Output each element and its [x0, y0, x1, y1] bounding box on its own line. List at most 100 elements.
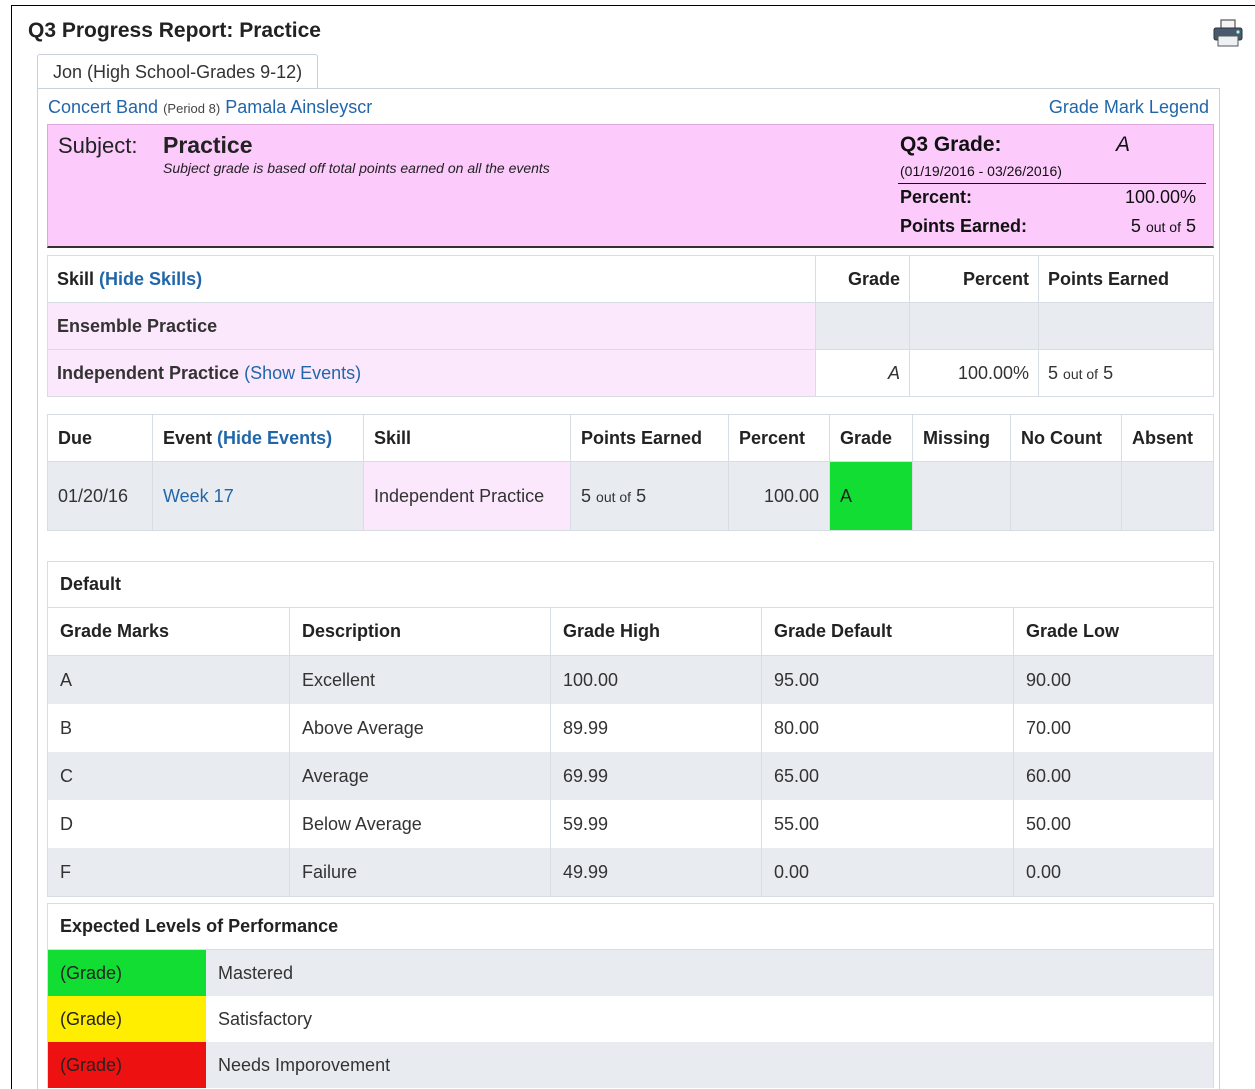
- skill-points: 5 out of 5: [1038, 349, 1214, 397]
- events-table: Due Event (Hide Events) Skill Points Ear…: [47, 414, 1214, 531]
- table-row: B Above Average 89.99 80.00 70.00: [48, 704, 1213, 752]
- subject-summary: Subject: Practice Subject grade is based…: [47, 124, 1214, 248]
- col-header: Grade Default: [761, 608, 1014, 656]
- table-row: A Excellent 100.00 95.00 90.00: [48, 655, 1213, 704]
- description: Below Average: [289, 800, 551, 848]
- mark: C: [48, 752, 290, 800]
- table-row: Independent Practice (Show Events) A 100…: [47, 349, 1214, 397]
- points-header: Points Earned: [1038, 255, 1214, 303]
- grade-low: 60.00: [1013, 752, 1213, 800]
- hide-skills-link[interactable]: (Hide Skills): [99, 269, 202, 289]
- subject-name: Practice: [163, 132, 253, 158]
- event-nocount: [1010, 461, 1122, 531]
- skill-header: Skill (Hide Skills): [47, 255, 816, 303]
- grade-high: 89.99: [550, 704, 762, 752]
- grade-low: 70.00: [1026, 717, 1072, 738]
- performance-level: (Grade) Mastered: [48, 950, 1213, 996]
- performance-legend: Expected Levels of Performance (Grade) M…: [47, 903, 1214, 1088]
- event-grade: A: [829, 461, 913, 531]
- skill-name: Ensemble Practice: [47, 302, 816, 350]
- col-header: Grade High: [550, 608, 762, 656]
- description: Average: [289, 752, 551, 800]
- grade-high: 100.00: [550, 655, 762, 704]
- printer-icon[interactable]: [1212, 18, 1244, 48]
- grade-high: 69.99: [550, 752, 762, 800]
- nocount-header: No Count: [1010, 414, 1122, 462]
- period-label: (Period 8): [163, 101, 221, 116]
- description: Failure: [289, 848, 551, 896]
- event-missing: [912, 461, 1011, 531]
- grade-high: 59.99: [550, 800, 762, 848]
- grade-header: Grade: [829, 414, 913, 462]
- table-row: F Failure 49.99 0.00 0.00: [48, 848, 1213, 896]
- mark: D: [48, 800, 290, 848]
- grade-low: 0.00: [1013, 848, 1213, 896]
- skill-cell: Independent Practice (Show Events): [47, 349, 816, 397]
- points-row: Points Earned: 5 out of 5: [900, 216, 1196, 237]
- percent-header: Percent: [728, 414, 830, 462]
- percent-value: 100.00%: [1124, 187, 1196, 207]
- mark: B: [48, 704, 290, 752]
- performance-level: (Grade) Satisfactory: [48, 996, 1213, 1042]
- level-label: Satisfactory: [218, 1008, 313, 1029]
- term-grade-value: A: [1116, 133, 1131, 156]
- table-row: C Average 69.99 65.00 60.00: [48, 752, 1213, 800]
- percent-header: Percent: [909, 255, 1039, 303]
- skills-table: Skill (Hide Skills) Grade Percent Points…: [47, 255, 1214, 397]
- grade-header: Grade: [815, 255, 910, 303]
- term-dates: (01/19/2016 - 03/26/2016): [900, 163, 1062, 179]
- level-label: Mastered: [218, 962, 294, 983]
- hide-events-link[interactable]: (Hide Events): [217, 428, 332, 448]
- level-label: Needs Imporovement: [218, 1054, 391, 1075]
- points-value: 5 out of 5: [1130, 216, 1196, 236]
- term-grade-label: Q3 Grade:: [900, 133, 1002, 156]
- grade-marks-table: Grade Marks Description Grade High Grade…: [48, 608, 1213, 896]
- event-link[interactable]: Week 17: [163, 486, 234, 506]
- skill-percent: 100.00%: [909, 349, 1039, 397]
- grade-default: 0.00: [761, 848, 1014, 896]
- event-header: Event (Hide Events): [152, 414, 364, 462]
- subject-note: Subject grade is based off total points …: [163, 160, 550, 176]
- mark: A: [48, 655, 290, 704]
- grade-mark-legend-link[interactable]: Grade Mark Legend: [1049, 97, 1209, 118]
- event-percent: 100.00: [728, 461, 830, 531]
- show-events-link[interactable]: (Show Events): [244, 363, 361, 383]
- absent-header: Absent: [1121, 414, 1214, 462]
- grade-default: 55.00: [761, 800, 1014, 848]
- legend-title: Default: [48, 562, 1213, 608]
- swatch-satisfactory: (Grade): [48, 996, 206, 1042]
- performance-title: Expected Levels of Performance: [48, 904, 1213, 950]
- due-header: Due: [47, 414, 153, 462]
- description: Excellent: [289, 655, 551, 704]
- points-header: Points Earned: [570, 414, 729, 462]
- grade-high: 49.99: [550, 848, 762, 896]
- percent-row: Percent: 100.00%: [900, 187, 1196, 208]
- performance-level: (Grade) Needs Imporovement: [48, 1042, 1213, 1088]
- class-line: Concert Band (Period 8) Pamala Ainsleysc…: [48, 97, 372, 118]
- grade-low: 50.00: [1026, 813, 1072, 834]
- grade-low: 90.00: [1013, 655, 1213, 704]
- tab-student[interactable]: Jon (High School-Grades 9-12): [37, 54, 319, 89]
- event-absent: [1121, 461, 1214, 531]
- teacher-link[interactable]: Pamala Ainsleyscr: [225, 97, 372, 117]
- grade-default: 95.00: [761, 655, 1014, 704]
- event-skill: Independent Practice: [363, 461, 571, 531]
- swatch-needs-improvement: (Grade): [48, 1042, 206, 1088]
- col-header: Grade Low: [1013, 608, 1213, 656]
- event-points: 5 out of 5: [570, 461, 729, 531]
- swatch-mastered: (Grade): [48, 950, 206, 996]
- description: Above Average: [289, 704, 551, 752]
- course-link[interactable]: Concert Band: [48, 97, 158, 117]
- table-row: 01/20/16 Week 17 Independent Practice 5 …: [47, 461, 1214, 531]
- skill-grade: A: [815, 349, 910, 397]
- skill-name: Independent Practice: [57, 362, 240, 383]
- term-divider: [898, 183, 1206, 184]
- missing-header: Missing: [912, 414, 1011, 462]
- grade-marks-legend: Default Grade Marks Description Grade Hi…: [47, 561, 1214, 897]
- skill-header: Skill: [363, 414, 571, 462]
- grade-default: 65.00: [761, 752, 1014, 800]
- page-title: Q3 Progress Report: Practice: [28, 19, 321, 42]
- event-due: 01/20/16: [47, 461, 153, 531]
- points-label: Points Earned:: [900, 216, 1028, 236]
- col-header: Grade Marks: [48, 608, 290, 656]
